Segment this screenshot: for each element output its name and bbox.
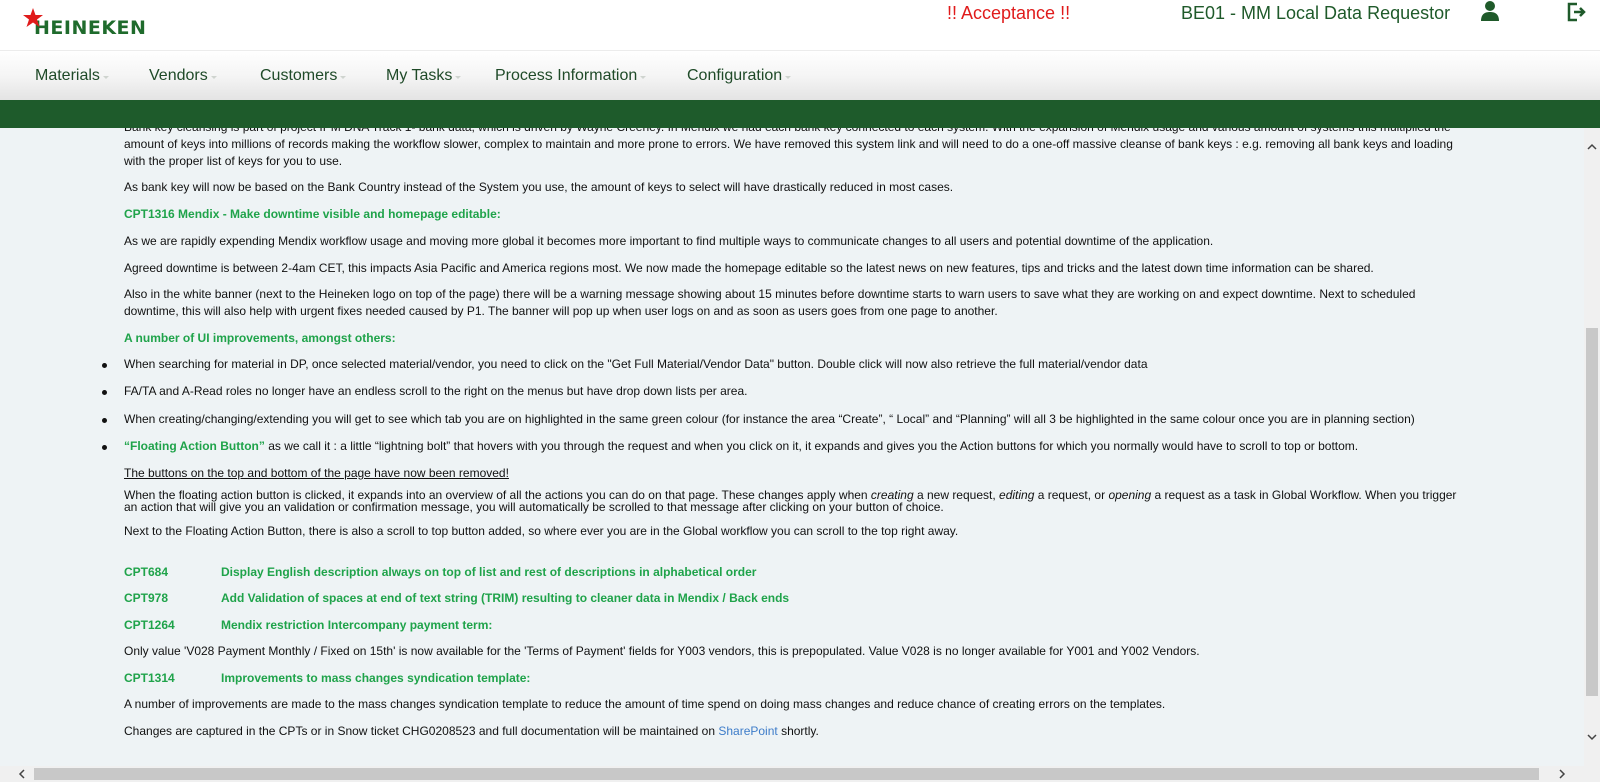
user-icon[interactable] <box>1480 0 1500 22</box>
cpt-id: CPT978 <box>124 591 169 605</box>
ui-improvements-heading: A number of UI improvements, amongst oth… <box>124 331 396 345</box>
vertical-scroll-thumb[interactable] <box>1586 328 1598 696</box>
nav-item-vendors[interactable]: Vendors <box>149 67 217 85</box>
fab-detail-emphasis: editing <box>999 488 1035 502</box>
nav-item-customers[interactable]: Customers <box>260 67 347 85</box>
list-item: “Floating Action Button” as we call it :… <box>102 438 1464 455</box>
chevron-up-icon[interactable] <box>1587 142 1597 152</box>
horizontal-scroll-thumb[interactable] <box>34 768 1539 780</box>
bullet-icon <box>102 363 107 368</box>
fab-detail-paragraph: When the floating action button is click… <box>124 489 1464 513</box>
bank-country-note: As bank key will now be based on the Ban… <box>124 180 954 194</box>
list-item: When searching for material in DP, once … <box>102 356 1464 373</box>
scroll-top-note: Next to the Floating Action Button, ther… <box>124 524 959 538</box>
user-role-label: BE01 - MM Local Data Requestor <box>1181 3 1451 23</box>
list-item-text: When searching for material in DP, once … <box>124 357 1148 371</box>
list-item-text: FA/TA and A-Read roles no longer have an… <box>124 384 748 398</box>
floating-action-button-label: “Floating Action Button” <box>124 439 265 453</box>
horizontal-scrollbar[interactable] <box>0 766 1600 782</box>
nav-item-my-tasks[interactable]: My Tasks <box>386 67 462 85</box>
cpt-id: CPT1264 <box>124 618 175 632</box>
sharepoint-link[interactable]: SharePoint <box>718 724 777 738</box>
cpt-title: Improvements to mass changes syndication… <box>221 671 531 685</box>
cpt-id: CPT1314 <box>124 671 175 685</box>
list-item-text: When creating/changing/extending you wil… <box>124 412 1415 426</box>
cpt-id: CPT684 <box>124 565 169 579</box>
nav-item-process-information[interactable]: Process Information <box>495 67 647 85</box>
logout-icon[interactable] <box>1565 1 1587 23</box>
cpt1264-text: Only value 'V028 Payment Monthly / Fixed… <box>124 644 1200 658</box>
cpt1316-paragraph-3: Also in the white banner (next to the He… <box>124 287 1416 318</box>
nav-item-materials[interactable]: Materials <box>35 67 109 85</box>
chevron-right-icon[interactable] <box>1557 769 1567 779</box>
list-item: When creating/changing/extending you wil… <box>102 411 1464 428</box>
cpt1314-text: A number of improvements are made to the… <box>124 697 1166 711</box>
changes-note: Changes are captured in the CPTs or in S… <box>124 723 1464 740</box>
green-divider-bar <box>0 100 1600 128</box>
cpt-title: Mendix restriction Intercompany payment … <box>221 618 493 632</box>
list-item: FA/TA and A-Read roles no longer have an… <box>102 383 1464 400</box>
bullet-icon <box>102 390 107 395</box>
bullet-icon <box>102 445 107 450</box>
cpt1316-paragraph-1: As we are rapidly expending Mendix workf… <box>124 234 1214 248</box>
changes-text: Changes are captured in the CPTs or in S… <box>124 724 719 738</box>
vertical-scrollbar[interactable] <box>1584 128 1600 766</box>
bank-key-intro: Bank key cleansing is part of project IP… <box>124 128 1453 168</box>
nav-item-configuration[interactable]: Configuration <box>687 67 792 85</box>
bullet-icon <box>102 418 107 423</box>
cpt1316-heading: CPT1316 Mendix - Make downtime visible a… <box>124 207 501 221</box>
main-navigation: Materials Vendors Customers My Tasks Pro… <box>0 50 1600 100</box>
cpt1316-paragraph-2: Agreed downtime is between 2-4am CET, th… <box>124 261 1374 275</box>
brand-name: HEINEKEN <box>34 17 147 39</box>
buttons-removed-note: The buttons on the top and bottom of the… <box>124 466 509 480</box>
cpt-title: Add Validation of spaces at end of text … <box>221 591 790 605</box>
environment-warning: !! Acceptance !! <box>947 3 1071 23</box>
changes-text: shortly. <box>777 724 819 738</box>
heineken-logo[interactable]: HEINEKEN <box>22 7 146 39</box>
release-notes-content: Bank key cleansing is part of project IP… <box>0 128 1584 766</box>
chevron-left-icon[interactable] <box>17 769 27 779</box>
floating-action-button-text: as we call it : a little “lightning bolt… <box>264 439 1359 453</box>
red-star-icon <box>23 8 43 27</box>
chevron-down-icon[interactable] <box>1587 732 1597 742</box>
fab-detail-emphasis: opening <box>1108 488 1152 502</box>
cpt-title: Display English description always on to… <box>221 565 757 579</box>
fab-detail-text: a request, or <box>1034 488 1109 502</box>
top-banner: HEINEKEN !! Acceptance !! BE01 - MM Loca… <box>0 0 1600 50</box>
